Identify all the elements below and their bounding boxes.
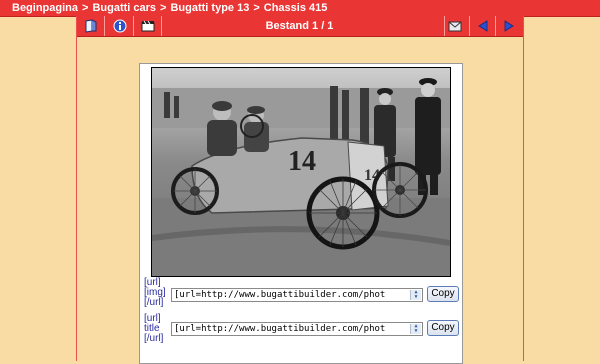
img-code-value: [url=http://www.bugattibuilder.com/phot [174,290,386,300]
email-icon[interactable] [447,18,463,34]
thumbnails-icon[interactable] [83,18,99,34]
breadcrumb-link-home[interactable]: Beginpagina [12,2,78,14]
img-code-label-line: [/url] [144,297,164,308]
breadcrumb: Beginpagina > Bugatti cars > Bugatti type 13… [12,1,327,15]
title-code-value: [url=http://www.bugattibuilder.com/phot [174,324,386,334]
toolbar-divider [444,16,445,36]
toolbar-divider [133,16,134,36]
copy-img-code-button[interactable]: Copy [427,286,459,302]
toolbar-divider [104,16,105,36]
img-code-field[interactable]: [url=http://www.bugattibuilder.com/phot … [171,288,423,302]
file-counter: Bestand 1 / 1 [265,20,334,32]
bugatti-race-car-photo[interactable]: 14 14 [151,67,451,277]
title-code-label-line: [/url] [144,333,164,344]
toolbar-divider [495,16,496,36]
slideshow-icon[interactable] [140,18,156,34]
race-number: 14 [288,146,316,177]
photo-container: 14 14 [url] [img] [/url] [url=http://www… [139,63,463,364]
breadcrumb-link-chassis-415[interactable]: Chassis 415 [264,2,328,14]
photo-toolbar: Bestand 1 / 1 [77,16,523,37]
next-icon[interactable] [501,18,517,34]
breadcrumb-link-type-13[interactable]: Bugatti type 13 [170,2,249,14]
img-code-label: [url] [img] [/url] [144,278,166,308]
info-icon[interactable] [112,18,128,34]
breadcrumb-link-bugatti-cars[interactable]: Bugatti cars [92,2,156,14]
title-code-field[interactable]: [url=http://www.bugattibuilder.com/phot … [171,322,423,336]
breadcrumb-separator: > [253,2,260,14]
toolbar-divider [161,16,162,36]
title-code-label: [url] title [/url] [144,314,163,344]
breadcrumb-separator: > [160,2,167,14]
previous-icon[interactable] [475,18,491,34]
title-code-scroll-arrows-icon[interactable]: ▲ ▼ [410,324,421,334]
breadcrumb-separator: > [82,2,89,14]
img-code-scroll-arrows-icon[interactable]: ▲ ▼ [410,290,421,300]
gallery-panel: Bestand 1 / 1 14 14 [url] [img] [/url] [… [76,16,524,364]
breadcrumb-bar: Beginpagina > Bugatti cars > Bugatti type 13… [0,0,600,17]
toolbar-divider [469,16,470,36]
copy-title-code-button[interactable]: Copy [427,320,459,336]
